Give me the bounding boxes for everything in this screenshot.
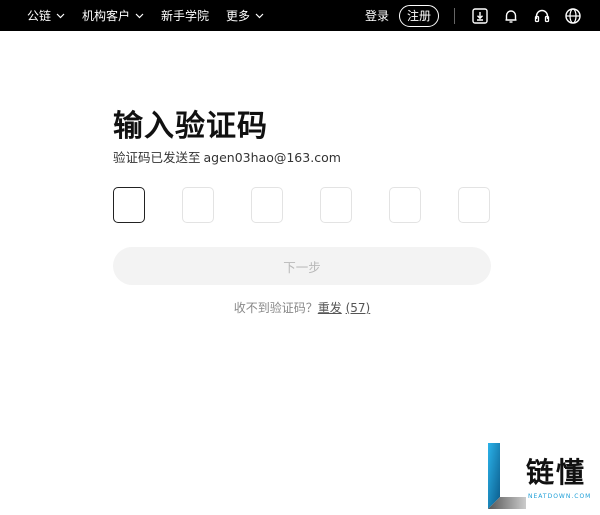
code-digit-input-6[interactable]: [458, 187, 490, 223]
nav-item-public-chain[interactable]: 公链: [27, 7, 65, 24]
download-icon[interactable]: [471, 7, 489, 25]
bell-icon[interactable]: [502, 7, 520, 25]
watermark-brand: 链懂: [526, 456, 587, 489]
code-sent-message: 验证码已发送至 agen03hao@163.com: [113, 147, 341, 166]
nav-item-institutional-clients[interactable]: 机构客户: [82, 7, 144, 24]
resend-link[interactable]: 重发: [318, 301, 342, 315]
login-link[interactable]: 登录: [365, 7, 389, 24]
nav-item-label: 机构客户: [82, 9, 131, 23]
globe-icon[interactable]: [564, 7, 582, 25]
main-nav: 公链 机构客户 新手学院 更多: [0, 0, 281, 31]
code-digit-input-5[interactable]: [389, 187, 421, 223]
resend-countdown: (57): [345, 301, 371, 315]
code-digit-input-1[interactable]: [113, 187, 145, 223]
nav-item-label: 新手学院: [161, 9, 210, 23]
nav-item-beginner-academy[interactable]: 新手学院: [161, 7, 209, 24]
watermark-logo: 链懂 NEATDOWN.COM: [486, 443, 600, 515]
chevron-down-icon: [56, 13, 65, 19]
nav-item-label: 更多: [226, 9, 251, 23]
code-digit-input-2[interactable]: [182, 187, 214, 223]
code-digit-input-3[interactable]: [251, 187, 283, 223]
top-navigation-bar: 公链 机构客户 新手学院 更多 登录 注册: [0, 0, 600, 31]
divider: [454, 7, 455, 24]
register-button[interactable]: 注册: [398, 4, 439, 27]
code-sent-prefix: 验证码已发送至: [113, 150, 201, 165]
nav-right-actions: 登录 注册: [365, 0, 600, 31]
watermark-subtext: NEATDOWN.COM: [528, 493, 592, 500]
resend-prompt: 收不到验证码？: [233, 301, 318, 315]
chevron-down-icon: [255, 13, 264, 19]
watermark-l-icon: [488, 443, 526, 509]
nav-item-label: 公链: [27, 9, 52, 23]
email-address: agen03hao@163.com: [203, 150, 341, 165]
headset-icon[interactable]: [533, 7, 551, 25]
next-step-button[interactable]: 下一步: [113, 247, 491, 285]
code-digit-input-4[interactable]: [320, 187, 352, 223]
chevron-down-icon: [135, 13, 144, 19]
resend-row: 收不到验证码？重发 (57): [113, 299, 491, 316]
page-title: 输入验证码: [113, 109, 268, 144]
verification-code-inputs: [113, 187, 491, 223]
nav-item-more[interactable]: 更多: [226, 7, 264, 24]
